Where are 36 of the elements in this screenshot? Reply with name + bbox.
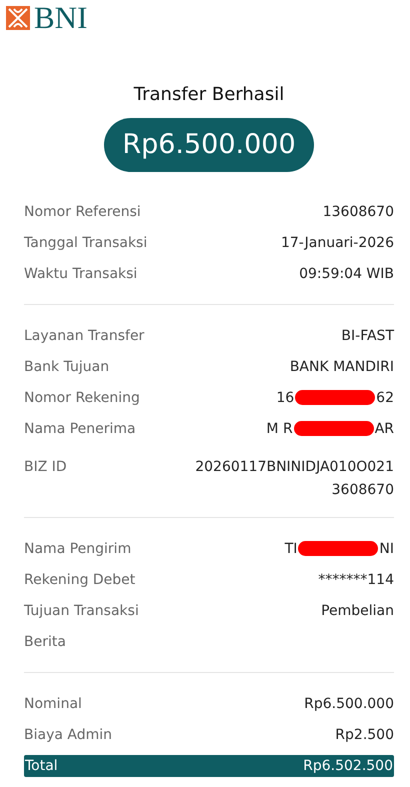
row-label: BIZ ID xyxy=(24,458,67,477)
row-value: BANK MANDIRI xyxy=(290,358,394,374)
row-value: TI xyxy=(284,540,298,556)
row-value: Pembelian xyxy=(321,602,394,618)
amount-badge: Rp6.500.000 xyxy=(104,118,314,172)
row-value: NI xyxy=(379,540,394,556)
row-label: Nama Penerima xyxy=(24,420,136,436)
row-value: M R xyxy=(266,420,293,436)
row-value: AR xyxy=(374,420,394,436)
row-label: Tujuan Transaksi xyxy=(24,602,139,618)
row-value: *******114 xyxy=(318,572,394,588)
row-label: Berita xyxy=(24,634,66,650)
row-value: 13608670 xyxy=(322,204,394,220)
row-value: 16 xyxy=(276,390,294,406)
row-value: 09:59:04 WIB xyxy=(299,266,394,282)
row-label: Biaya Admin xyxy=(24,726,112,742)
row-label: Tanggal Transaksi xyxy=(24,234,148,250)
row-label: Layanan Transfer xyxy=(24,328,144,344)
row-value: Rp6.500.000 xyxy=(304,696,394,712)
row-value: 62 xyxy=(376,390,394,406)
row-label: Nominal xyxy=(24,696,82,712)
row-label: Total xyxy=(25,758,58,774)
row-label: Nama Pengirim xyxy=(24,540,132,556)
row-label: Nomor Rekening xyxy=(24,390,140,406)
row-value: 20260117BNINIDJA010O0213608670 xyxy=(194,458,394,500)
row-value: 17-Januari-2026 xyxy=(280,234,394,250)
row-label: Nomor Referensi xyxy=(24,204,141,220)
row-label: Rekening Debet xyxy=(24,572,136,588)
row-value: BI-FAST xyxy=(341,328,394,344)
row-value: Rp2.500 xyxy=(335,726,394,742)
logo-icon xyxy=(6,6,30,30)
row-value: Rp6.502.500 xyxy=(303,758,393,774)
brand-name: BNI xyxy=(34,4,88,32)
status-title: Transfer Berhasil xyxy=(134,84,284,106)
row-label: Waktu Transaksi xyxy=(24,266,138,282)
row-label: Bank Tujuan xyxy=(24,358,110,374)
